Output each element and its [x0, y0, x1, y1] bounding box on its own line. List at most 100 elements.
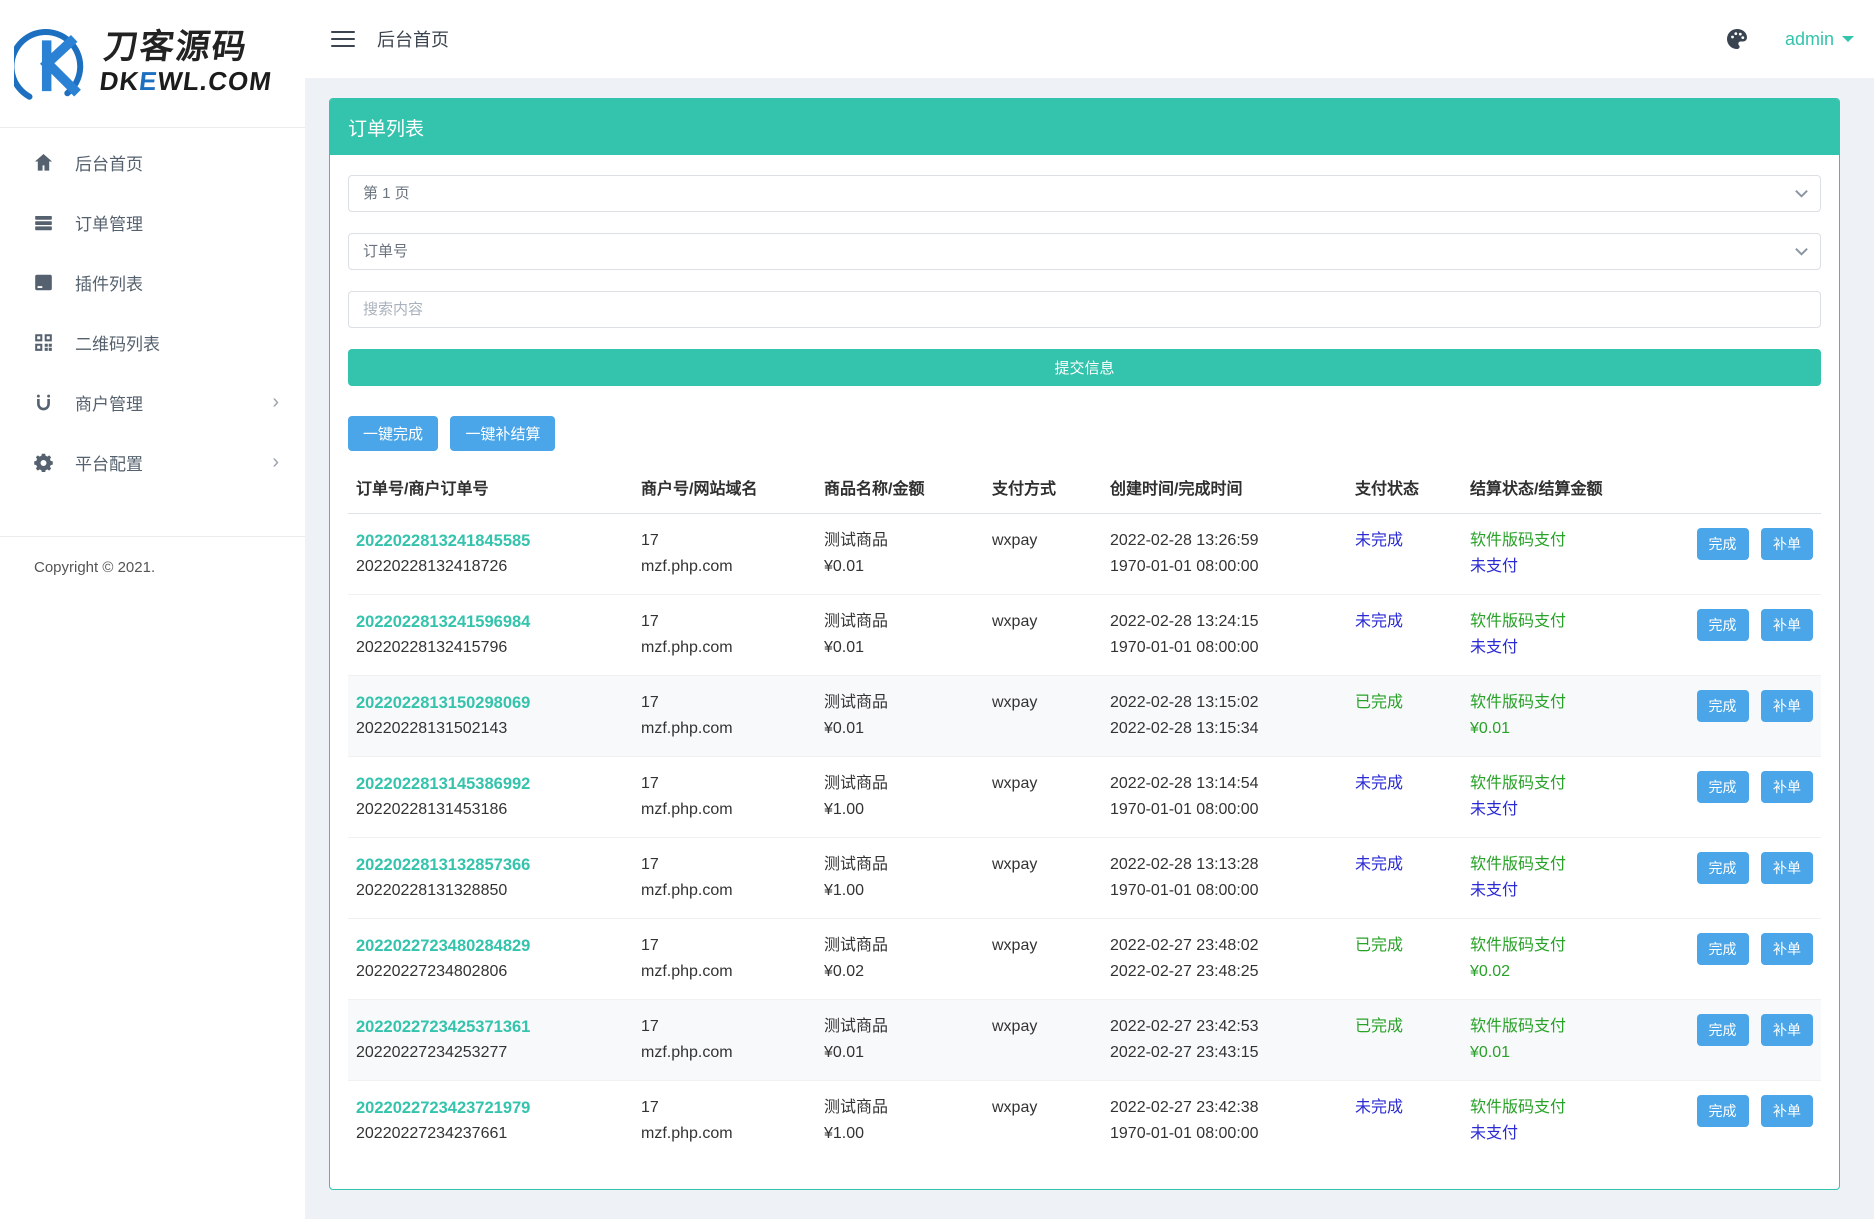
- row-complete-button[interactable]: 完成: [1697, 933, 1749, 965]
- order-number-link[interactable]: 2022022813241596984: [356, 609, 530, 635]
- sidebar-item-label: 后台首页: [75, 150, 143, 175]
- merchant-order-number: 20220227234802806: [356, 959, 625, 985]
- row-supplement-button[interactable]: 补单: [1761, 690, 1813, 722]
- col-merchant: 商户号/网站域名: [633, 459, 816, 514]
- chevron-right-icon: ›: [272, 452, 279, 472]
- submit-button[interactable]: 提交信息: [348, 349, 1821, 386]
- pay-status: 未完成: [1355, 528, 1454, 554]
- search-field-select[interactable]: 订单号: [348, 233, 1821, 270]
- row-complete-button[interactable]: 完成: [1697, 1014, 1749, 1046]
- merchant-order-number: 20220228131328850: [356, 878, 625, 904]
- settle-amount: 未支付: [1470, 878, 1650, 904]
- site-domain: mzf.php.com: [641, 716, 808, 742]
- order-list-icon: [34, 213, 53, 232]
- search-input[interactable]: [348, 291, 1821, 328]
- order-number-link[interactable]: 2022022813145386992: [356, 771, 530, 797]
- product-amount: ¥1.00: [824, 797, 976, 823]
- product-name: 测试商品: [824, 852, 976, 878]
- sidebar-item-merchants[interactable]: 商户管理 ›: [0, 372, 305, 432]
- pay-status: 已完成: [1355, 1014, 1454, 1040]
- merchant-order-number: 20220228132418726: [356, 554, 625, 580]
- order-number-link[interactable]: 2022022723480284829: [356, 933, 530, 959]
- product-name: 测试商品: [824, 1095, 976, 1121]
- user-menu[interactable]: admin: [1785, 29, 1854, 50]
- row-complete-button[interactable]: 完成: [1697, 609, 1749, 641]
- page-select[interactable]: 第 1 页: [348, 175, 1821, 212]
- product-amount: ¥0.01: [824, 1040, 976, 1066]
- product-name: 测试商品: [824, 690, 976, 716]
- sidebar-item-qrcodes[interactable]: 二维码列表: [0, 312, 305, 372]
- site-domain: mzf.php.com: [641, 635, 808, 661]
- settle-status: 软件版码支付: [1470, 933, 1650, 959]
- settle-status: 软件版码支付: [1470, 852, 1650, 878]
- bulk-resettle-button[interactable]: 一键补结算: [450, 416, 555, 451]
- pay-method: wxpay: [992, 852, 1094, 878]
- row-supplement-button[interactable]: 补单: [1761, 1095, 1813, 1127]
- finished-time: 2022-02-27 23:43:15: [1110, 1040, 1339, 1066]
- product-amount: ¥0.02: [824, 959, 976, 985]
- brand-logo[interactable]: 刀客源码 DKEWL.COM: [0, 0, 305, 128]
- sidebar-item-plugins[interactable]: 插件列表: [0, 252, 305, 312]
- settle-status: 软件版码支付: [1470, 1095, 1650, 1121]
- order-number-link[interactable]: 2022022813132857366: [356, 852, 530, 878]
- pay-status: 未完成: [1355, 771, 1454, 797]
- sidebar-item-label: 插件列表: [75, 270, 143, 295]
- row-complete-button[interactable]: 完成: [1697, 1095, 1749, 1127]
- row-supplement-button[interactable]: 补单: [1761, 528, 1813, 560]
- bulk-complete-button[interactable]: 一键完成: [348, 416, 438, 451]
- row-complete-button[interactable]: 完成: [1697, 528, 1749, 560]
- order-number-link[interactable]: 2022022723423721979: [356, 1095, 530, 1121]
- settle-status: 软件版码支付: [1470, 528, 1650, 554]
- merchant-order-number: 20220228131502143: [356, 716, 625, 742]
- order-list-panel: 订单列表 第 1 页 订单号 提交信息 一键完成 一键补结算: [329, 98, 1840, 1190]
- settle-amount: ¥0.01: [1470, 716, 1650, 742]
- created-time: 2022-02-27 23:42:38: [1110, 1095, 1339, 1121]
- table-row: 2022022813241845585 20220228132418726 17…: [348, 514, 1821, 595]
- caret-down-icon: [1842, 36, 1854, 42]
- row-complete-button[interactable]: 完成: [1697, 771, 1749, 803]
- sidebar-item-platform-config[interactable]: 平台配置 ›: [0, 432, 305, 492]
- table-row: 2022022813150298069 20220228131502143 17…: [348, 676, 1821, 757]
- sidebar: 刀客源码 DKEWL.COM 后台首页 订单管理 插件列表 二维码列表 商户管理…: [0, 0, 305, 1219]
- col-pay-status: 支付状态: [1347, 459, 1462, 514]
- row-supplement-button[interactable]: 补单: [1761, 771, 1813, 803]
- sidebar-item-orders[interactable]: 订单管理: [0, 192, 305, 252]
- pay-status: 已完成: [1355, 933, 1454, 959]
- product-name: 测试商品: [824, 933, 976, 959]
- product-name: 测试商品: [824, 771, 976, 797]
- product-name: 测试商品: [824, 528, 976, 554]
- sidebar-item-dashboard[interactable]: 后台首页: [0, 132, 305, 192]
- merchant-order-number: 20220228131453186: [356, 797, 625, 823]
- order-number-link[interactable]: 2022022813150298069: [356, 690, 530, 716]
- row-supplement-button[interactable]: 补单: [1761, 609, 1813, 641]
- pay-status: 未完成: [1355, 852, 1454, 878]
- copyright-text: Copyright © 2021.: [0, 536, 305, 576]
- order-number-link[interactable]: 2022022723425371361: [356, 1014, 530, 1040]
- pay-method: wxpay: [992, 933, 1094, 959]
- pay-method: wxpay: [992, 1014, 1094, 1040]
- order-number-link[interactable]: 2022022813241845585: [356, 528, 530, 554]
- menu-toggle-icon[interactable]: [331, 31, 355, 47]
- site-domain: mzf.php.com: [641, 878, 808, 904]
- product-amount: ¥0.01: [824, 554, 976, 580]
- row-complete-button[interactable]: 完成: [1697, 690, 1749, 722]
- plugin-icon: [34, 273, 53, 292]
- row-supplement-button[interactable]: 补单: [1761, 933, 1813, 965]
- sidebar-item-label: 订单管理: [75, 210, 143, 235]
- table-row: 2022022813241596984 20220228132415796 17…: [348, 595, 1821, 676]
- row-supplement-button[interactable]: 补单: [1761, 852, 1813, 884]
- row-complete-button[interactable]: 完成: [1697, 852, 1749, 884]
- orders-table: 订单号/商户订单号 商户号/网站域名 商品名称/金额 支付方式 创建时间/完成时…: [348, 459, 1821, 1161]
- finished-time: 2022-02-28 13:15:34: [1110, 716, 1339, 742]
- table-header-row: 订单号/商户订单号 商户号/网站域名 商品名称/金额 支付方式 创建时间/完成时…: [348, 459, 1821, 514]
- theme-palette-icon[interactable]: [1725, 27, 1749, 51]
- finished-time: 1970-01-01 08:00:00: [1110, 554, 1339, 580]
- product-amount: ¥1.00: [824, 1121, 976, 1147]
- qrcode-icon: [34, 333, 53, 352]
- merchant-id: 17: [641, 528, 808, 554]
- merchant-id: 17: [641, 1095, 808, 1121]
- row-supplement-button[interactable]: 补单: [1761, 1014, 1813, 1046]
- merchant-order-number: 20220227234253277: [356, 1040, 625, 1066]
- table-row: 2022022813145386992 20220228131453186 17…: [348, 757, 1821, 838]
- col-pay-method: 支付方式: [984, 459, 1102, 514]
